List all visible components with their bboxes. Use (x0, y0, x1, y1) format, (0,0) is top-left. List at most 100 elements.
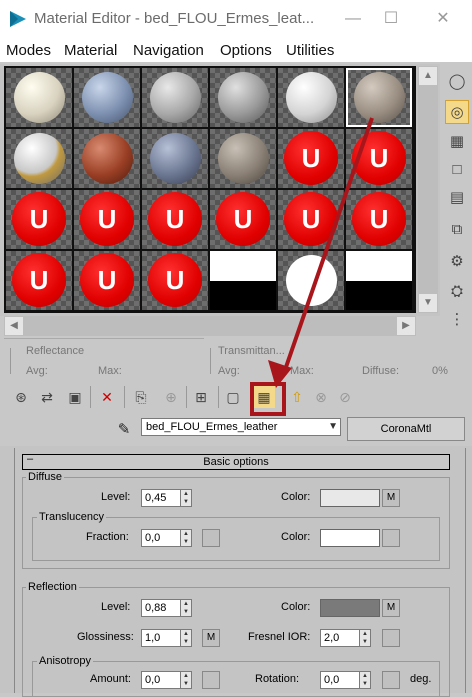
eyedropper-icon[interactable]: ✎ (114, 420, 134, 440)
diffuse-group-title: Diffuse (26, 471, 65, 483)
anisotropy-amount-label: Amount: (90, 673, 131, 685)
make-unique-icon[interactable]: ⎘ (130, 386, 152, 408)
diffuse-map-button[interactable]: M (382, 489, 400, 507)
get-material-icon[interactable]: ⊛ (10, 386, 32, 408)
anisotropy-amount-spinner[interactable]: ▲ ▼ (180, 671, 192, 689)
material-sphere (354, 72, 405, 123)
translucency-color-swatch[interactable] (320, 529, 380, 547)
material-map-navigator-icon[interactable]: ⋮ (445, 308, 469, 332)
menu-utilities[interactable]: Utilities (286, 42, 334, 59)
glossiness-input[interactable]: 1,0 (141, 629, 181, 647)
translucency-group-title: Translucency (37, 511, 107, 523)
reflection-map-button[interactable]: M (382, 599, 400, 617)
scroll-right-icon[interactable]: ▶ (397, 317, 415, 335)
anisotropy-rotation-spinner[interactable]: ▲ ▼ (359, 671, 371, 689)
sample-slot[interactable] (6, 68, 72, 127)
sample-slot[interactable] (278, 68, 344, 127)
menu-options[interactable]: Options (220, 42, 272, 59)
sample-slot[interactable]: U (6, 251, 72, 310)
sample-slot[interactable]: U (278, 190, 344, 249)
rollout-header-basic-options[interactable]: – Basic options (22, 453, 450, 470)
divider (90, 386, 91, 408)
sample-slot[interactable]: U (6, 190, 72, 249)
video-color-check-icon[interactable]: ▤ (445, 186, 469, 210)
go-to-parent-icon[interactable]: ⊗ (310, 386, 332, 408)
sample-slot[interactable] (74, 129, 140, 188)
assign-to-selection-icon[interactable]: ▣ (64, 386, 86, 408)
fresnel-ior-map-button[interactable] (382, 629, 400, 647)
anisotropy-rotation-map-button[interactable] (382, 671, 400, 689)
sample-slot[interactable]: U (346, 129, 412, 188)
fresnel-ior-input[interactable]: 2,0 (320, 629, 360, 647)
sample-slot[interactable]: U (74, 190, 140, 249)
sample-slot[interactable]: U (278, 129, 344, 188)
sample-slot[interactable] (142, 68, 208, 127)
avg-label: Avg: (218, 365, 240, 377)
corona-unsupported-badge: U (148, 253, 202, 307)
sample-slot[interactable]: U (210, 190, 276, 249)
show-shaded-material-icon[interactable]: ▢ (222, 386, 244, 408)
app-logo-icon (10, 11, 26, 27)
sample-slot[interactable] (6, 129, 72, 188)
options-icon[interactable]: ⚙ (445, 250, 469, 274)
sample-slot[interactable] (142, 129, 208, 188)
window-title: Material Editor - bed_FLOU_Ermes_leat... (34, 10, 315, 27)
anisotropy-rotation-input[interactable]: 0,0 (320, 671, 360, 689)
sample-slot[interactable] (210, 68, 276, 127)
show-end-result-icon[interactable]: ⇧ (286, 386, 308, 408)
select-by-material-icon[interactable]: ⛭ (445, 280, 469, 304)
material-name-field[interactable]: bed_FLOU_Ermes_leather ▼ (141, 418, 341, 436)
menu-material[interactable]: Material (64, 42, 117, 59)
sample-type-sphere-icon[interactable]: ◯ (445, 70, 469, 94)
background-checker-icon[interactable]: ▦ (445, 130, 469, 154)
material-sphere (14, 72, 65, 123)
scroll-left-icon[interactable]: ◀ (5, 317, 23, 335)
scroll-down-icon[interactable]: ▼ (419, 294, 437, 312)
sample-uv-tiling-icon[interactable]: □ (445, 158, 469, 182)
translucency-color-map-button[interactable] (382, 529, 400, 547)
sample-slot[interactable]: U (142, 190, 208, 249)
sample-slot[interactable] (346, 251, 412, 310)
diffuse-color-swatch[interactable] (320, 489, 380, 507)
material-sphere (218, 72, 269, 123)
translucency-fraction-input[interactable]: 0,0 (141, 529, 181, 547)
diffuse-level-spinner[interactable]: ▲ ▼ (180, 489, 192, 507)
close-button[interactable]: ✕ (420, 0, 466, 38)
sample-slot[interactable] (210, 129, 276, 188)
sample-slot[interactable]: U (74, 251, 140, 310)
sample-slot[interactable] (74, 68, 140, 127)
reset-map-icon[interactable]: ✕ (96, 386, 118, 408)
slot-vertical-scrollbar[interactable]: ▲ ▼ (418, 66, 438, 313)
sample-slot[interactable] (278, 251, 344, 310)
sample-slot[interactable] (210, 251, 276, 310)
sample-slot[interactable]: U (142, 251, 208, 310)
translucency-fraction-map-button[interactable] (202, 529, 220, 547)
reflection-level-spinner[interactable]: ▲ ▼ (180, 599, 192, 617)
glossiness-spinner[interactable]: ▲ ▼ (180, 629, 192, 647)
glossiness-map-button[interactable]: M (202, 629, 220, 647)
anisotropy-amount-map-button[interactable] (202, 671, 220, 689)
put-to-scene-icon[interactable]: ⇄ (36, 386, 58, 408)
sample-slot[interactable]: U (346, 190, 412, 249)
material-id-channel-icon[interactable]: ⊞ (190, 386, 212, 408)
reflection-color-label: Color: (281, 601, 311, 613)
material-type-button[interactable]: CoronaMtl (347, 417, 465, 441)
sample-slot-active[interactable] (346, 68, 412, 127)
backlight-icon[interactable]: ◎ (445, 100, 469, 124)
diffuse-level-input[interactable]: 0,45 (141, 489, 181, 507)
go-forward-to-sibling-icon[interactable]: ⊘ (334, 386, 356, 408)
reflection-level-input[interactable]: 0,88 (141, 599, 181, 617)
translucency-fraction-spinner[interactable]: ▲ ▼ (180, 529, 192, 547)
make-preview-icon[interactable]: ⧉ (445, 218, 469, 242)
anisotropy-amount-input[interactable]: 0,0 (141, 671, 181, 689)
slot-horizontal-scrollbar[interactable]: ◀ ▶ (4, 316, 416, 336)
menu-navigation[interactable]: Navigation (133, 42, 204, 59)
chevron-down-icon[interactable]: ▼ (328, 419, 338, 435)
fresnel-ior-spinner[interactable]: ▲ ▼ (359, 629, 371, 647)
menu-modes[interactable]: Modes (6, 42, 51, 59)
maximize-button[interactable]: ☐ (368, 0, 414, 38)
put-to-library-icon[interactable]: ⊕ (160, 386, 182, 408)
reflection-color-swatch[interactable] (320, 599, 380, 617)
scroll-up-icon[interactable]: ▲ (419, 67, 437, 85)
corona-unsupported-badge: U (12, 192, 66, 246)
